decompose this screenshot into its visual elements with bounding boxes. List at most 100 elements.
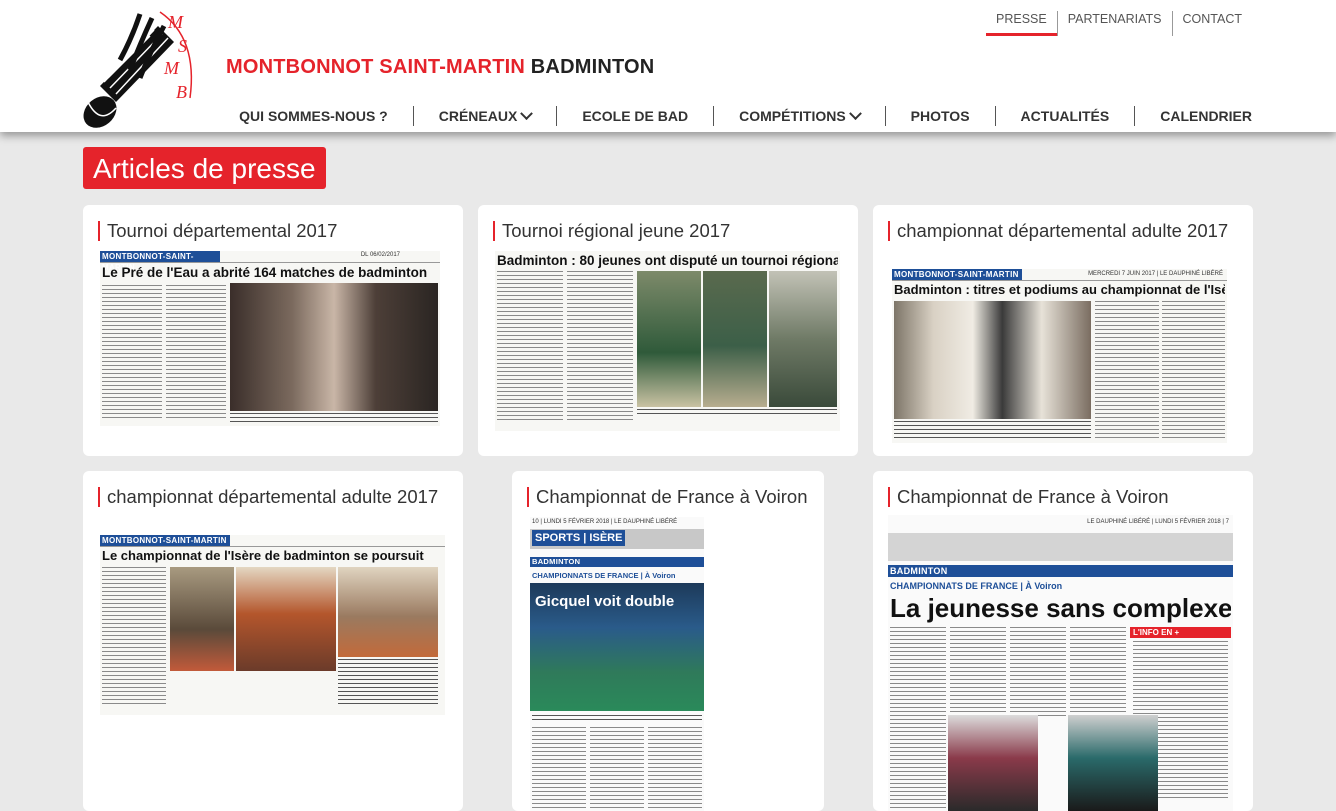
nav-label: CRÉNEAUX [438,108,518,124]
nav-label: PHOTOS [910,108,970,124]
top-nav-partenariats[interactable]: PARTENARIATS [1056,11,1172,36]
article-card-4[interactable]: championnat départemental adulte 2017 MO… [83,471,463,811]
article-title[interactable]: Championnat de France à Voiron [527,487,810,507]
rule [100,546,445,547]
text-column [497,271,563,421]
clipping-kicker: BADMINTON [888,565,1233,577]
clipping-date: LE DAUPHINÉ LIBÉRÉ | LUNDI 5 FÉVRIER 201… [1087,519,1229,525]
photo-caption [338,659,438,705]
top-nav: PRESSE PARTENARIATS CONTACT [986,11,1252,36]
press-clipping[interactable]: 10 | LUNDI 5 FÉVRIER 2018 | LE DAUPHINÉ … [530,517,704,811]
rule [892,280,1227,281]
article-photo [637,271,701,407]
press-clipping[interactable]: MONTBONNOT-SAINT-MARTIN DL 06/02/2017 Le… [100,251,440,426]
logo-letter-3: M [163,58,180,78]
text-column [567,271,633,421]
article-photo: Gicquel voit double [530,583,704,711]
site-title-dark: BADMINTON [530,56,655,78]
page-title: Articles de presse [83,147,326,189]
nav-ecole-de-bad[interactable]: ECOLE DE BAD [556,106,713,126]
article-card-1[interactable]: Tournoi départemental 2017 MONTBONNOT-SA… [83,205,463,456]
text-column [1010,627,1066,717]
text-column [166,285,226,420]
article-card-3[interactable]: championnat départemental adulte 2017 MO… [873,205,1253,456]
clipping-headline: La jeunesse sans complexe [890,593,1231,623]
chevron-down-icon [848,106,862,120]
nav-label: COMPÉTITIONS [739,108,846,124]
article-title[interactable]: championnat départemental adulte 2017 [98,487,449,507]
article-title[interactable]: Tournoi départemental 2017 [98,221,449,241]
nav-calendrier[interactable]: CALENDRIER [1134,106,1252,126]
main-nav: QUI SOMMES-NOUS ? CRÉNEAUX ECOLE DE BAD … [214,106,1252,126]
clipping-headline: Le Pré de l'Eau a abrité 164 matches de … [102,265,428,280]
clipping-kicker: MONTBONNOT-SAINT-MARTIN [100,251,220,272]
text-column [590,727,644,811]
shuttlecock-logo-icon[interactable]: M S M B [80,8,212,130]
press-clipping[interactable]: MONTBONNOT-SAINT-MARTIN Le championnat d… [100,535,445,715]
article-photo [948,715,1038,811]
photo-caption [532,715,702,721]
article-card-6[interactable]: Championnat de France à Voiron LE DAUPHI… [873,471,1253,811]
article-card-2[interactable]: Tournoi régional jeune 2017 Badminton : … [478,205,858,456]
clipping-subsection: CHAMPIONNATS DE FRANCE | À Voiron [532,571,676,580]
nav-label: QUI SOMMES-NOUS ? [239,108,388,124]
text-column [1095,301,1159,439]
article-photo [703,271,767,407]
nav-label: ACTUALITÉS [1020,108,1110,124]
clipping-headline: Badminton : 80 jeunes ont disputé un tou… [497,253,838,268]
photo-caption [230,413,438,423]
section-bar: SPORTS | ISÈRE [530,529,704,549]
logo-letter-1: M [167,12,184,32]
press-clipping[interactable]: MONTBONNOT-SAINT-MARTIN MERCREDI 7 JUIN … [892,269,1227,443]
clipping-headline: Le championnat de l'Isère de badminton s… [102,548,424,563]
text-column [102,285,162,420]
clipping-kicker: MONTBONNOT-SAINT-MARTIN [892,269,1022,280]
nav-photos[interactable]: PHOTOS [884,106,995,126]
site-header: M S M B MONTBONNOT SAINT-MARTIN BADMINTO… [0,0,1336,132]
text-column [102,567,166,705]
nav-qui-sommes-nous[interactable]: QUI SOMMES-NOUS ? [214,106,413,126]
section-label: SPORTS | ISÈRE [532,530,626,546]
text-column [1162,301,1225,439]
article-title[interactable]: Championnat de France à Voiron [888,487,1239,507]
clipping-date: MERCREDI 7 JUIN 2017 | LE DAUPHINÉ LIBÉR… [1088,271,1223,277]
clipping-kicker: MONTBONNOT-SAINT-MARTIN [100,535,230,546]
article-photo [894,301,1091,419]
clipping-subsection: CHAMPIONNATS DE FRANCE | À Voiron [890,581,1063,591]
top-nav-presse[interactable]: PRESSE [986,11,1057,36]
article-title[interactable]: Tournoi régional jeune 2017 [493,221,844,241]
article-photo [338,567,438,657]
article-photo [1068,715,1158,811]
text-column [648,727,702,811]
nav-label: CALENDRIER [1160,108,1252,124]
text-column [890,627,946,811]
press-clipping[interactable]: LE DAUPHINÉ LIBÉRÉ | LUNDI 5 FÉVRIER 201… [888,515,1233,811]
site-title-red: MONTBONNOT SAINT-MARTIN [226,56,526,78]
clipping-headline: Badminton : titres et podiums au champio… [894,282,1225,297]
text-column [532,727,586,811]
clipping-headline: Gicquel voit double [535,593,675,610]
chevron-down-icon [520,106,534,120]
rule [100,262,440,263]
press-clipping[interactable]: Badminton : 80 jeunes ont disputé un tou… [495,251,840,431]
info-box-title: L'INFO EN + [1130,627,1231,638]
article-card-5[interactable]: Championnat de France à Voiron 10 | LUND… [512,471,824,811]
site-title[interactable]: MONTBONNOT SAINT-MARTIN BADMINTON [226,56,654,79]
nav-actualites[interactable]: ACTUALITÉS [994,106,1135,126]
article-photo [236,567,336,671]
top-nav-contact[interactable]: CONTACT [1171,11,1253,36]
nav-label: ECOLE DE BAD [582,108,689,124]
text-column [1070,627,1126,717]
article-photo [230,283,438,411]
photo-caption [894,421,1091,439]
nav-competitions[interactable]: COMPÉTITIONS [713,106,885,126]
nav-creneaux[interactable]: CRÉNEAUX [412,106,557,126]
article-photo [170,567,234,671]
photo-caption [637,409,837,417]
clipping-kicker: BADMINTON [530,557,704,567]
article-title[interactable]: championnat départemental adulte 2017 [888,221,1239,241]
clipping-date: DL 06/02/2017 [360,252,400,258]
section-bar [888,533,1233,561]
article-photo [769,271,837,407]
logo-letter-4: B [176,82,187,102]
